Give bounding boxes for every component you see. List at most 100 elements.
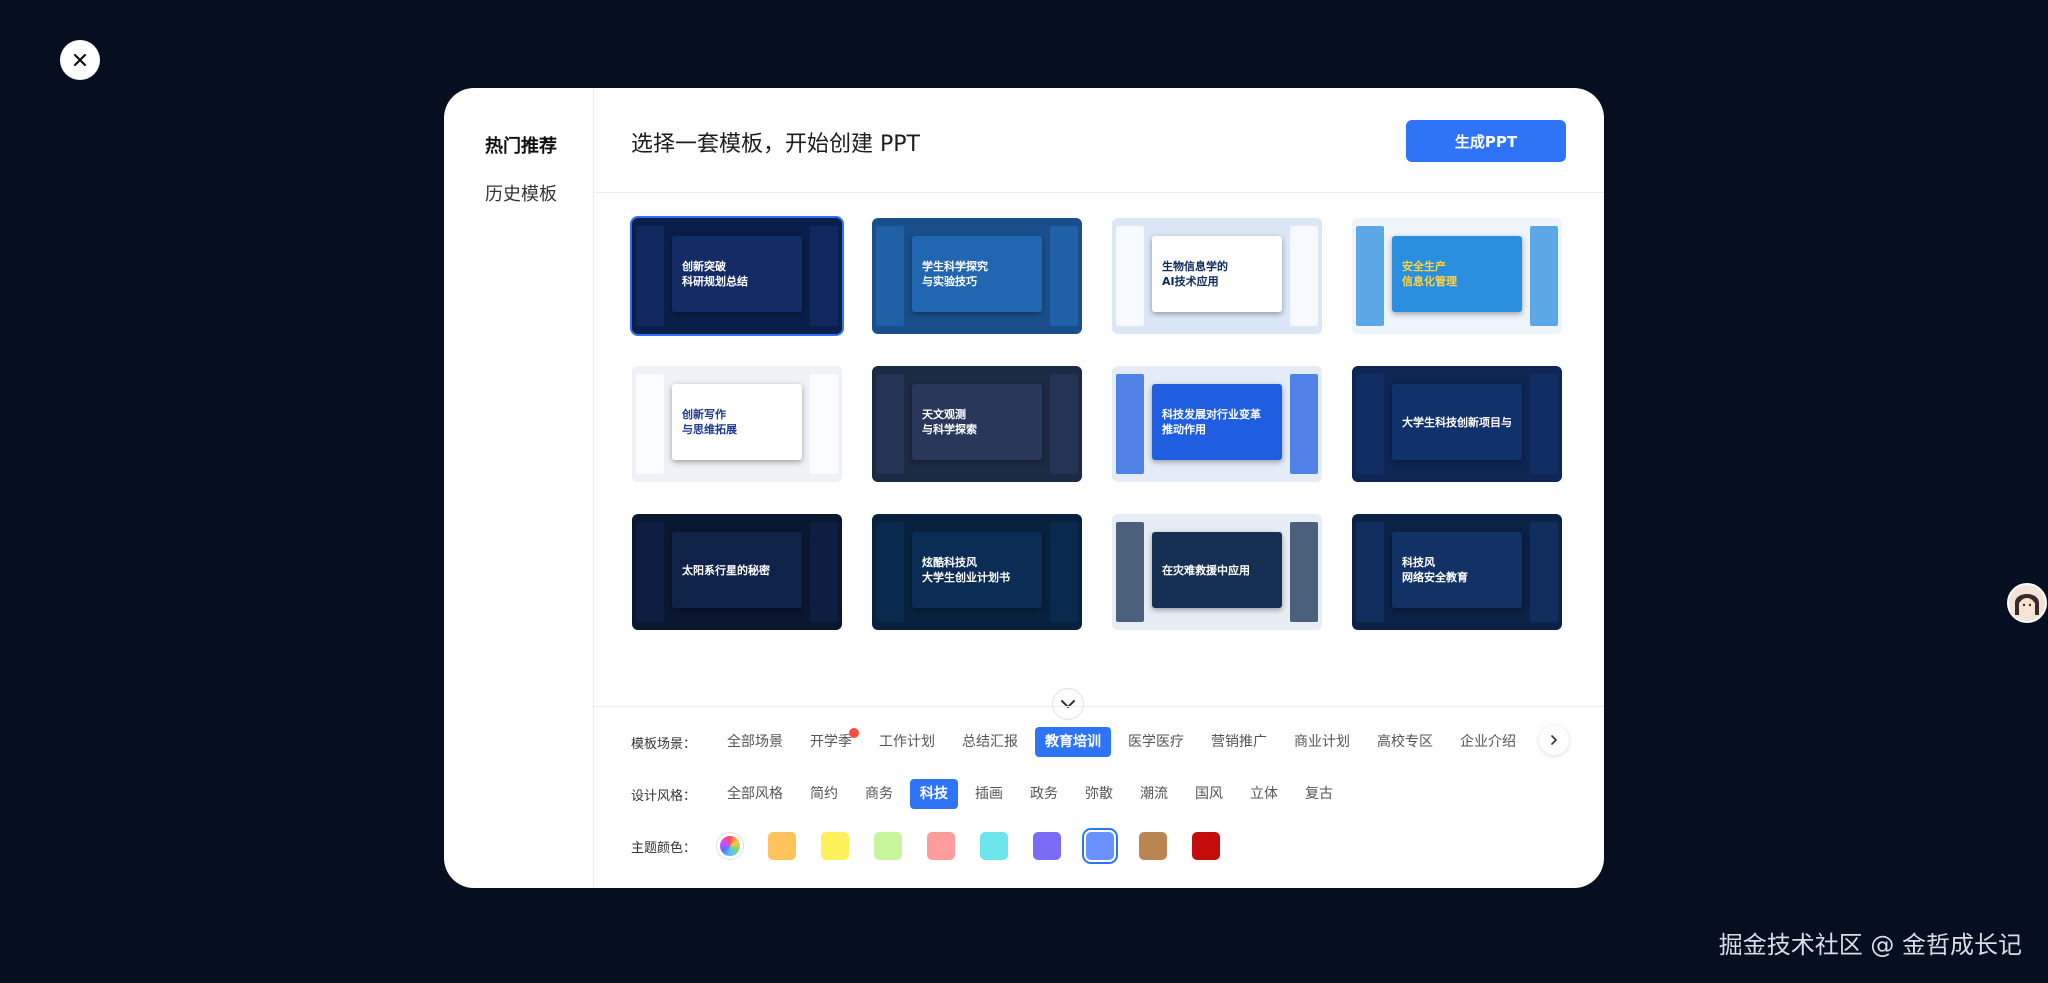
thumbnail-strip	[810, 522, 838, 622]
scene-option-label: 商业计划	[1294, 734, 1350, 750]
thumbnail-strip	[636, 226, 664, 326]
scene-option[interactable]: 工作计划	[869, 727, 945, 757]
color-swatch[interactable]	[980, 832, 1008, 860]
template-title-text: 科研规划总结	[682, 275, 748, 288]
close-button[interactable]	[60, 40, 100, 80]
color-swatch[interactable]	[1033, 832, 1061, 860]
template-title-text: AI技术应用	[1162, 275, 1219, 288]
template-title-text: 创新写作	[682, 408, 726, 421]
template-title-text: 在灾难救援中应用	[1162, 563, 1250, 577]
color-swatch[interactable]	[821, 832, 849, 860]
scene-option-label: 高校专区	[1377, 734, 1433, 750]
scene-option-label: 工作计划	[879, 734, 935, 750]
style-option-label: 弥散	[1085, 786, 1113, 802]
color-swatch[interactable]	[768, 832, 796, 860]
style-option[interactable]: 全部风格	[717, 779, 793, 809]
style-option[interactable]: 弥散	[1075, 779, 1123, 809]
color-swatch[interactable]	[874, 832, 902, 860]
thumbnail-strip	[1116, 226, 1144, 326]
style-option[interactable]: 科技	[910, 779, 958, 809]
style-option[interactable]: 国风	[1185, 779, 1233, 809]
template-card[interactable]: 太阳系行星的秘密	[632, 514, 842, 630]
template-title-text: 与科学探索	[922, 423, 977, 436]
style-filter-label: 设计风格：	[631, 788, 697, 804]
sidebar-item-history[interactable]: 历史模板	[485, 180, 557, 206]
template-cover-slide: 创新写作 与思维拓展	[672, 384, 802, 460]
scene-option-label: 医学医疗	[1128, 734, 1184, 750]
template-title-text: 大学生创业计划书	[922, 571, 1010, 584]
scene-filter-row: 模板场景： 全部场景 开学季 工作计划 总结汇报 教育培训 医学医疗 营销推广 商业计划 高校专…	[631, 727, 1533, 757]
scene-option[interactable]: 营销推广	[1201, 727, 1277, 757]
template-card[interactable]: 炫酷科技风大学生创业计划书	[872, 514, 1082, 630]
template-title-text: 与实验技巧	[922, 275, 977, 288]
style-option-label: 立体	[1250, 786, 1278, 802]
template-card[interactable]: 生物信息学的 AI技术应用	[1112, 218, 1322, 334]
filter-panel: 模板场景： 全部场景 开学季 工作计划 总结汇报 教育培训 医学医疗 营销推广 商业计划 高校专…	[594, 706, 1604, 888]
thumbnail-strip	[1530, 226, 1558, 326]
template-card[interactable]: 在灾难救援中应用	[1112, 514, 1322, 630]
thumbnail-strip	[1050, 374, 1078, 474]
style-option[interactable]: 立体	[1240, 779, 1288, 809]
scene-option[interactable]: 总结汇报	[952, 727, 1028, 757]
style-option[interactable]: 商务	[855, 779, 903, 809]
scene-option[interactable]: 全部场景	[717, 727, 793, 757]
template-card[interactable]: 安全生产 信息化管理	[1352, 218, 1562, 334]
template-cover-slide: 炫酷科技风大学生创业计划书	[912, 532, 1042, 608]
scene-option[interactable]: 教育培训	[1035, 727, 1111, 757]
thumbnail-strip	[1050, 522, 1078, 622]
template-cover-slide: 创新突破 科研规划总结	[672, 236, 802, 312]
template-title-text: 安全生产	[1402, 260, 1446, 273]
color-swatch[interactable]	[927, 832, 955, 860]
scene-option[interactable]: 高校专区	[1367, 727, 1443, 757]
color-swatch-all[interactable]	[717, 833, 743, 859]
style-option-label: 复古	[1305, 786, 1333, 802]
template-card[interactable]: 学生科学探究 与实验技巧	[872, 218, 1082, 334]
thumbnail-strip	[1116, 522, 1144, 622]
style-option-label: 插画	[975, 786, 1003, 802]
scene-option[interactable]: 企业介绍	[1450, 727, 1526, 757]
thumbnail-strip	[636, 522, 664, 622]
scene-filter-label: 模板场景：	[631, 736, 697, 752]
color-swatch[interactable]	[1082, 828, 1118, 864]
scene-more-button[interactable]	[1539, 725, 1569, 755]
template-cover-slide: 天文观测 与科学探索	[912, 384, 1042, 460]
style-option[interactable]: 简约	[800, 779, 848, 809]
color-swatch[interactable]	[1139, 832, 1167, 860]
generate-ppt-button[interactable]: 生成PPT	[1406, 120, 1566, 162]
thumbnail-strip	[1530, 522, 1558, 622]
thumbnail-strip	[1050, 226, 1078, 326]
template-title-text: 科技风	[1402, 556, 1435, 569]
style-option-label: 科技	[920, 786, 948, 802]
style-option[interactable]: 复古	[1295, 779, 1343, 809]
template-grid: 创新突破 科研规划总结 学生科学探究 与实验技巧 生物信息学的 AI技术应用 安全生产 信息化…	[630, 216, 1562, 630]
template-cover-slide: 大学生科技创新项目与实践应用	[1392, 384, 1522, 460]
scene-option[interactable]: 医学医疗	[1118, 727, 1194, 757]
close-icon	[73, 53, 87, 67]
sidebar-item-hot[interactable]: 热门推荐	[485, 132, 557, 158]
app-stage: 热门推荐 历史模板 选择一套模板，开始创建 PPT 生成PPT 创新突破 科研规划…	[0, 0, 2048, 983]
scene-option-label: 营销推广	[1211, 734, 1267, 750]
thumbnail-strip	[636, 374, 664, 474]
style-option-label: 政务	[1030, 786, 1058, 802]
template-title-text: 炫酷科技风	[922, 556, 977, 569]
template-card[interactable]: 科技发展对行业变革 推动作用	[1112, 366, 1322, 482]
style-option[interactable]: 插画	[965, 779, 1013, 809]
color-swatch[interactable]	[1192, 832, 1220, 860]
style-option[interactable]: 政务	[1020, 779, 1068, 809]
template-card[interactable]: 创新突破 科研规划总结	[630, 216, 844, 336]
template-cover-slide: 安全生产 信息化管理	[1392, 236, 1522, 312]
scene-option[interactable]: 开学季	[800, 727, 862, 757]
template-card[interactable]: 科技风 网络安全教育	[1352, 514, 1562, 630]
template-card[interactable]: 天文观测 与科学探索	[872, 366, 1082, 482]
template-title-text: 学生科学探究	[922, 260, 988, 273]
template-card[interactable]: 大学生科技创新项目与实践应用	[1352, 366, 1562, 482]
scene-option-label: 总结汇报	[962, 734, 1018, 750]
template-title-text: 大学生科技创新项目与实践应用	[1402, 415, 1512, 429]
scene-option[interactable]: 商业计划	[1284, 727, 1360, 757]
style-option[interactable]: 潮流	[1130, 779, 1178, 809]
template-card[interactable]: 创新写作 与思维拓展	[632, 366, 842, 482]
page-title: 选择一套模板，开始创建 PPT	[631, 132, 920, 157]
sidebar: 热门推荐 历史模板	[444, 88, 594, 888]
template-cover-slide: 学生科学探究 与实验技巧	[912, 236, 1042, 312]
assistant-avatar[interactable]	[2007, 583, 2047, 623]
